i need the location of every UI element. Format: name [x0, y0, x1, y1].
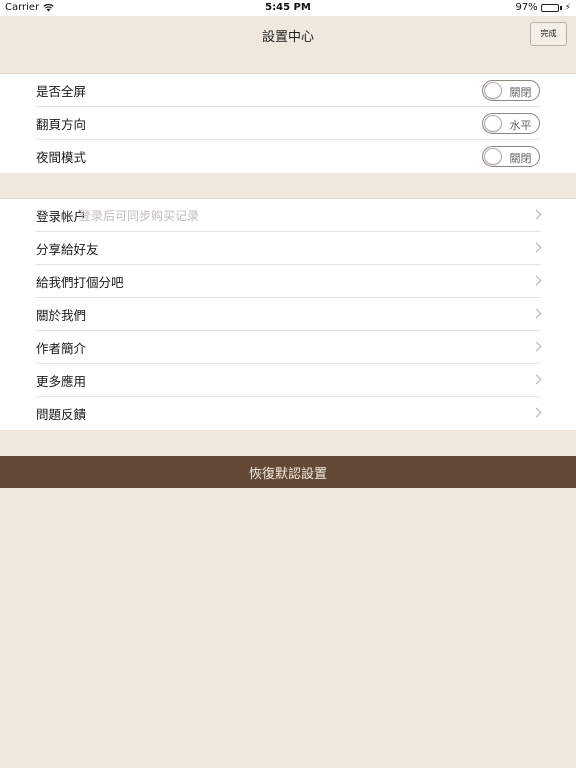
battery-percent: 97%	[515, 2, 538, 13]
chevron-right-icon	[531, 209, 542, 220]
chevron-right-icon	[531, 242, 542, 253]
menu-item-label: 給我們打個分吧	[36, 275, 124, 290]
status-time: 5:45 PM	[265, 2, 311, 13]
menu-item-label: 分享給好友	[36, 242, 99, 257]
menu-item-label: 更多應用	[36, 374, 87, 389]
chevron-right-icon	[531, 308, 542, 319]
menu-item-rate[interactable]: 給我們打個分吧	[0, 265, 576, 298]
setting-row-night-mode: 夜間模式 關閉	[0, 140, 576, 173]
toggle-knob	[484, 115, 502, 132]
menu-item-label: 作者簡介	[36, 341, 87, 356]
charging-bolt-icon: ⚡	[564, 2, 571, 13]
menu-item-more-apps[interactable]: 更多應用	[0, 364, 576, 397]
setting-label: 翻頁方向	[36, 117, 87, 132]
login-hint: 登录后可同步购买记录	[79, 209, 200, 223]
setting-row-page-direction: 翻頁方向 水平	[0, 107, 576, 140]
chevron-right-icon	[531, 275, 542, 286]
page-title: 設置中心	[261, 30, 314, 45]
chevron-right-icon	[531, 407, 542, 418]
menu-item-login[interactable]: 登录帐户 登录后可同步购买记录	[0, 199, 576, 232]
menu-item-author[interactable]: 作者簡介	[0, 331, 576, 364]
chevron-right-icon	[531, 374, 542, 385]
menu-item-about[interactable]: 關於我們	[0, 298, 576, 331]
status-bar: Carrier 5:45 PM 97% ⚡	[0, 0, 576, 16]
toggle-label: 關閉	[509, 152, 532, 165]
menu-item-feedback[interactable]: 問題反饋	[0, 397, 576, 430]
menu-item-label: 問題反饋	[36, 407, 87, 422]
settings-group: 是否全屏 關閉 翻頁方向 水平 夜間模式 關閉	[0, 73, 576, 173]
setting-label: 夜間模式	[36, 150, 87, 165]
menu-group: 登录帐户 登录后可同步购买记录 分享給好友 給我們打個分吧 關於我們 作者簡介 …	[0, 198, 576, 430]
setting-row-fullscreen: 是否全屏 關閉	[0, 74, 576, 107]
menu-item-label: 關於我們	[36, 308, 87, 323]
reset-defaults-button[interactable]: 恢復默認設置	[0, 456, 576, 488]
setting-label: 是否全屏	[36, 84, 87, 99]
page-direction-toggle[interactable]: 水平	[482, 113, 540, 134]
fullscreen-toggle[interactable]: 關閉	[482, 80, 540, 101]
status-right: 97% ⚡	[515, 2, 571, 13]
navigation-bar: 設置中心 完成	[0, 16, 576, 52]
toggle-knob	[484, 82, 502, 99]
menu-item-share[interactable]: 分享給好友	[0, 232, 576, 265]
battery-tip	[559, 5, 562, 10]
toggle-knob	[484, 148, 502, 165]
battery-icon	[540, 3, 559, 12]
night-mode-toggle[interactable]: 關閉	[482, 146, 540, 167]
chevron-right-icon	[531, 341, 542, 352]
toggle-label: 關閉	[509, 86, 532, 99]
toggle-label: 水平	[509, 119, 532, 132]
done-button[interactable]: 完成	[530, 22, 567, 46]
